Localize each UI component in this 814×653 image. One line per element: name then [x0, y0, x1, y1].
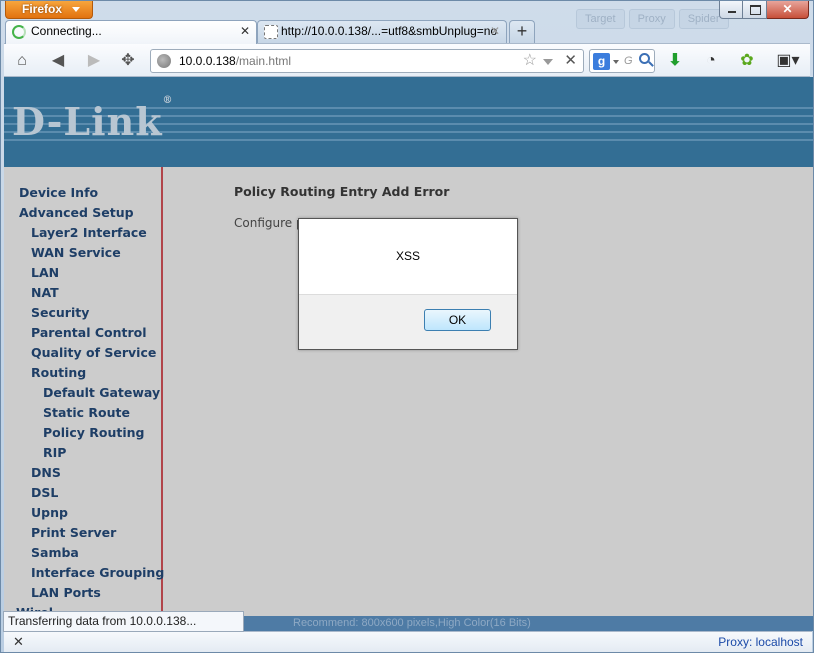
close-tab-icon[interactable]: ✕	[240, 21, 250, 42]
puzzle-icon[interactable]: ✿	[736, 50, 758, 72]
globe-icon	[157, 54, 171, 68]
menu-item-dns[interactable]: DNS	[31, 465, 61, 480]
menu-item-routing[interactable]: Routing	[31, 365, 86, 380]
forward-icon[interactable]: ▶	[82, 49, 106, 73]
logo-text: D-Link	[12, 99, 163, 144]
status-text: Transferring data from 10.0.0.138...	[3, 611, 244, 632]
menu-item-wan-service[interactable]: WAN Service	[31, 245, 121, 260]
tab-connecting[interactable]: Connecting... ✕	[5, 20, 257, 44]
menu-item-policy-routing[interactable]: Policy Routing	[43, 425, 144, 440]
window-controls: ✕	[719, 1, 809, 19]
router-sidebar-menu: Device Info Advanced Setup Layer2 Interf…	[4, 167, 164, 631]
tab-title: http://10.0.0.138/...=utf8&smbUnplug=no	[281, 24, 498, 38]
menu-item-upnp[interactable]: Upnp	[31, 505, 68, 520]
alert-dialog: XSS OK	[298, 218, 518, 350]
menu-item-layer2-interface[interactable]: Layer2 Interface	[31, 225, 147, 240]
bookmarks-menu-icon[interactable]: ▣▾	[772, 50, 804, 72]
url-path: /main.html	[235, 54, 292, 68]
page-description: Configure p	[234, 216, 304, 230]
menu-item-advanced-setup[interactable]: Advanced Setup	[19, 205, 134, 220]
addon-icon[interactable]: ✥	[116, 49, 140, 73]
menu-item-static-route[interactable]: Static Route	[43, 405, 130, 420]
loading-spinner-icon	[12, 25, 26, 39]
google-icon[interactable]: g	[593, 53, 610, 70]
search-bar[interactable]: g G	[589, 49, 655, 73]
blank-page-icon	[264, 25, 278, 39]
url-bar[interactable]: 10.0.0.138/main.html ☆ ✕	[150, 49, 584, 73]
tab-title: Connecting...	[31, 24, 102, 38]
stop-icon[interactable]: ✕	[564, 50, 577, 72]
page-title: Policy Routing Entry Add Error	[234, 184, 450, 199]
menu-item-lan[interactable]: LAN	[31, 265, 59, 280]
history-dropdown-icon[interactable]	[543, 59, 553, 65]
tab-strip: Connecting... ✕ http://10.0.0.138/...=ut…	[5, 20, 809, 44]
url-host: 10.0.0.138	[179, 54, 236, 68]
back-icon[interactable]: ◀	[46, 49, 70, 73]
menu-item-rip[interactable]: RIP	[43, 445, 66, 460]
navigation-toolbar: ⌂ ◀ ▶ ✥ 10.0.0.138/main.html ☆ ✕ g G ⬇ ◔…	[4, 43, 810, 77]
menu-item-dsl[interactable]: DSL	[31, 485, 58, 500]
new-tab-button[interactable]: +	[509, 20, 535, 43]
ok-button[interactable]: OK	[424, 309, 491, 331]
firefox-menu-button[interactable]: Firefox	[5, 1, 93, 19]
menu-item-quality-of-service[interactable]: Quality of Service	[31, 345, 156, 360]
firefox-menu-label: Firefox	[22, 2, 63, 16]
addon-bar: ✕ Proxy: localhost	[4, 631, 812, 652]
page-content: D-Link® Device Info Advanced Setup Layer…	[4, 77, 813, 631]
menu-item-interface-grouping[interactable]: Interface Grouping	[31, 565, 164, 580]
menu-item-device-info[interactable]: Device Info	[19, 185, 98, 200]
bookmark-star-icon[interactable]: ☆	[523, 50, 537, 72]
close-addon-bar-icon[interactable]: ✕	[13, 634, 24, 650]
menu-item-print-server[interactable]: Print Server	[31, 525, 116, 540]
download-icon[interactable]: ⬇	[664, 50, 686, 72]
menu-item-default-gateway[interactable]: Default Gateway	[43, 385, 160, 400]
menu-item-parental-control[interactable]: Parental Control	[31, 325, 147, 340]
close-tab-icon[interactable]: ✕	[490, 21, 500, 42]
search-icon[interactable]	[639, 53, 650, 64]
menu-item-security[interactable]: Security	[31, 305, 89, 320]
registered-mark: ®	[162, 95, 174, 107]
alert-message: XSS	[395, 249, 420, 263]
alert-body: XSS	[299, 219, 517, 295]
proxy-status[interactable]: Proxy: localhost	[718, 635, 803, 649]
menu-item-nat[interactable]: NAT	[31, 285, 59, 300]
tab-router-url[interactable]: http://10.0.0.138/...=utf8&smbUnplug=no …	[257, 20, 507, 43]
chevron-down-icon	[613, 60, 619, 64]
close-icon: ✕	[782, 2, 793, 16]
close-window-button[interactable]: ✕	[767, 1, 809, 19]
menu-item-samba[interactable]: Samba	[31, 545, 79, 560]
maximize-button[interactable]	[743, 1, 767, 19]
minimize-button[interactable]	[719, 1, 743, 19]
menu-item-lan-ports[interactable]: LAN Ports	[31, 585, 101, 600]
palette-icon[interactable]: ◔	[700, 50, 722, 72]
dlink-logo: D-Link®	[12, 95, 174, 144]
chevron-down-icon	[72, 7, 80, 12]
router-header: D-Link®	[4, 77, 813, 167]
url-text: 10.0.0.138/main.html	[179, 50, 291, 72]
home-icon[interactable]: ⌂	[10, 49, 34, 73]
browser-window: Target Proxy Spider Firefox ✕ Connecting…	[0, 0, 814, 653]
search-input[interactable]: G	[624, 50, 633, 72]
footer-text: Recommend: 800x600 pixels,High Color(16 …	[293, 617, 531, 629]
